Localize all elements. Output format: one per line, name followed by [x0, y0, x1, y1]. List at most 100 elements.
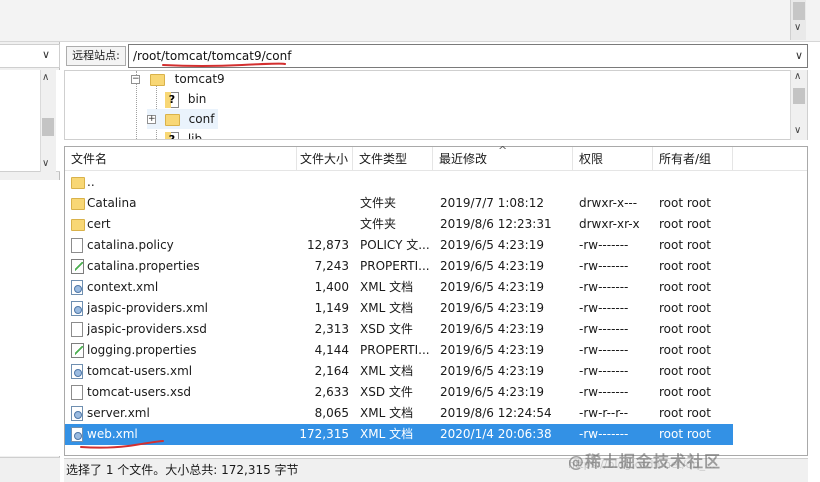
file-permissions: -rw------- — [579, 427, 629, 441]
file-row[interactable]: .. — [65, 172, 733, 193]
file-permissions: drwxr-x--- — [579, 196, 638, 210]
remote-site-label: 远程站点: — [66, 46, 126, 66]
file-row[interactable]: cert 文件夹 2019/8/6 12:23:31 drwxr-xr-x root r… — [65, 214, 733, 235]
file-type: 文件夹 — [360, 217, 397, 231]
file-row[interactable]: web.xml 172,315 XML 文档 2020/1/4 20:06:38 -rw… — [65, 424, 733, 445]
column-header-permissions[interactable]: 权限 — [573, 147, 653, 171]
file-row[interactable]: logging.properties 4,144 PROPERTI... 2019/6… — [65, 340, 733, 361]
document-icon — [71, 322, 83, 337]
file-type: XML 文档 — [360, 280, 414, 294]
chevron-down-icon[interactable]: ∨ — [42, 48, 50, 61]
top-scrollbar-thumb[interactable] — [793, 2, 805, 20]
file-permissions: -rw------- — [579, 364, 629, 378]
file-type: POLICY 文... — [360, 238, 430, 252]
file-modified — [440, 172, 575, 193]
column-header-type[interactable]: 文件类型 — [353, 147, 433, 171]
scroll-up-arrow-icon[interactable]: ∧ — [794, 71, 801, 82]
file-type: PROPERTI... — [360, 259, 430, 273]
file-name: context.xml — [87, 280, 159, 294]
tree-node-label: lib — [187, 132, 203, 140]
local-tree-scrollbar-thumb[interactable] — [42, 118, 54, 136]
file-row[interactable]: tomcat-users.xml 2,164 XML 文档 2019/6/5 4:23… — [65, 361, 733, 382]
file-row[interactable]: jaspic-providers.xml 1,149 XML 文档 2019/6/5 … — [65, 298, 733, 319]
scroll-up-arrow-icon[interactable]: ∧ — [42, 72, 49, 83]
file-row[interactable]: jaspic-providers.xsd 2,313 XSD 文件 2019/6/5 … — [65, 319, 733, 340]
file-row[interactable]: catalina.policy 12,873 POLICY 文... 2019/6/5… — [65, 235, 733, 256]
column-header-size[interactable]: 文件大小 — [297, 147, 353, 171]
watermark: @稀土掘金技术社区 — [568, 452, 722, 471]
file-owner: root root — [659, 196, 711, 210]
file-type: 文件夹 — [360, 196, 397, 210]
file-row[interactable]: context.xml 1,400 XML 文档 2019/6/5 4:23:19 -r… — [65, 277, 733, 298]
column-header-filename[interactable]: 文件名 — [65, 147, 297, 171]
file-name: catalina.properties — [87, 259, 200, 273]
top-toolbar-area — [0, 0, 820, 42]
file-permissions: -rw------- — [579, 280, 629, 294]
document-icon — [71, 238, 83, 253]
remote-tree-scrollbar-thumb[interactable] — [793, 88, 805, 104]
folder-icon — [71, 219, 85, 231]
tree-node-tomcat9[interactable]: − tomcat9 — [131, 71, 225, 89]
file-size — [297, 193, 349, 214]
file-size: 1,400 — [314, 280, 349, 294]
column-header-owner[interactable]: 所有者/组 — [653, 147, 733, 171]
properties-file-icon — [71, 343, 84, 358]
unknown-folder-icon: ? — [165, 131, 179, 139]
file-type: XSD 文件 — [360, 322, 413, 336]
properties-file-icon — [71, 259, 84, 274]
file-modified: 2019/6/5 4:23:19 — [440, 343, 544, 357]
xml-file-icon — [71, 280, 83, 295]
unknown-folder-icon: ? — [165, 91, 179, 108]
file-modified: 2019/6/5 4:23:19 — [440, 238, 544, 252]
file-name: .. — [87, 175, 95, 189]
folder-icon — [71, 198, 85, 210]
file-permissions: -rw------- — [579, 238, 629, 252]
file-owner: root root — [659, 280, 711, 294]
file-modified: 2019/6/5 4:23:19 — [440, 385, 544, 399]
expand-toggle-icon[interactable]: + — [147, 115, 156, 124]
file-size: 2,164 — [314, 364, 349, 378]
collapse-toggle-icon[interactable]: − — [131, 75, 140, 84]
file-owner: root root — [659, 238, 711, 252]
file-permissions: drwxr-xr-x — [579, 217, 640, 231]
file-size: 2,313 — [314, 322, 349, 336]
file-modified: 2019/8/6 12:23:31 — [440, 217, 552, 231]
tree-node-conf[interactable]: + conf — [147, 109, 219, 129]
file-modified: 2019/6/5 4:23:19 — [440, 364, 544, 378]
scroll-down-arrow-icon[interactable]: ∨ — [42, 158, 49, 169]
file-row[interactable]: tomcat-users.xsd 2,633 XSD 文件 2019/6/5 4:23… — [65, 382, 733, 403]
remote-directory-tree[interactable]: − tomcat9 ? bin + conf ? lib — [64, 70, 808, 140]
tree-node-label: conf — [188, 112, 215, 126]
file-modified: 2019/7/7 1:08:12 — [440, 196, 544, 210]
xml-file-icon — [71, 301, 83, 316]
tree-node-bin[interactable]: ? bin — [165, 89, 206, 109]
folder-icon — [71, 177, 85, 189]
file-name: Catalina — [87, 196, 137, 210]
file-name: cert — [87, 217, 111, 231]
scroll-down-arrow-icon[interactable]: ∨ — [794, 22, 801, 33]
document-icon — [71, 385, 83, 400]
file-size: 172,315 — [299, 427, 349, 441]
file-owner: root root — [659, 217, 711, 231]
scroll-down-arrow-icon[interactable]: ∨ — [794, 125, 801, 136]
local-path-input[interactable] — [0, 44, 60, 68]
tree-node-lib[interactable]: ? lib — [165, 129, 203, 140]
file-size: 7,243 — [314, 259, 349, 273]
file-modified: 2019/6/5 4:23:19 — [440, 301, 544, 315]
file-row[interactable]: server.xml 8,065 XML 文档 2019/8/6 12:24:54 -r… — [65, 403, 733, 424]
red-annotation-underline — [162, 62, 286, 67]
local-file-list[interactable] — [0, 180, 60, 456]
file-size: 2,633 — [314, 385, 349, 399]
file-owner: root root — [659, 427, 711, 441]
xml-file-icon — [71, 406, 83, 421]
file-size — [297, 172, 349, 193]
folder-icon — [164, 113, 180, 126]
file-modified: 2020/1/4 20:06:38 — [440, 427, 552, 441]
chevron-down-icon[interactable]: ∨ — [795, 49, 803, 62]
file-type: XML 文档 — [360, 301, 414, 315]
file-name: logging.properties — [87, 343, 197, 357]
file-owner: root root — [659, 259, 711, 273]
file-row[interactable]: catalina.properties 7,243 PROPERTI... 2019/… — [65, 256, 733, 277]
file-row[interactable]: Catalina 文件夹 2019/7/7 1:08:12 drwxr-x--- roo… — [65, 193, 733, 214]
file-size — [297, 214, 349, 235]
